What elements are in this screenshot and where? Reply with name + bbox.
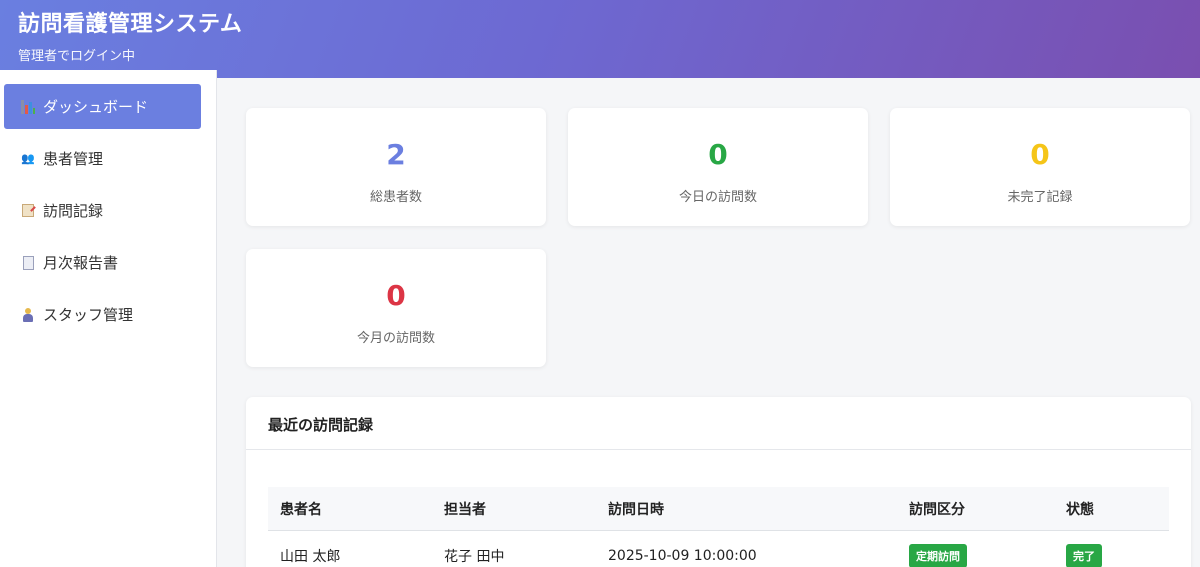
app-title: 訪問看護管理システム: [18, 12, 243, 37]
sidebar-item-visit-records[interactable]: 訪問記録: [4, 188, 201, 233]
stat-label: 今月の訪問数: [356, 331, 435, 346]
stat-value: 0: [708, 138, 728, 171]
table-row[interactable]: 山田 太郎 花子 田中 2025-10-09 10:00:00 定期訪問 完了: [268, 531, 1169, 567]
panel-title: 最近の訪問記録: [246, 397, 1191, 450]
sidebar-item-label: 患者管理: [43, 150, 104, 168]
bar-chart-icon: [20, 99, 36, 115]
staff-icon: [20, 307, 36, 323]
sidebar-item-monthly-reports[interactable]: 月次報告書: [4, 240, 201, 285]
document-icon: [20, 255, 36, 271]
stat-value: 0: [386, 279, 406, 312]
status-cell: 完了: [1066, 531, 1102, 567]
sidebar-item-dashboard[interactable]: ダッシュボード: [4, 84, 201, 129]
status-badge: 完了: [1066, 544, 1102, 567]
visit-datetime: 2025-10-09 10:00:00: [608, 548, 757, 564]
sidebar-item-label: 訪問記録: [43, 202, 104, 220]
stat-card-today-visits: 0 今日の訪問数: [568, 108, 868, 226]
stat-value: 2: [386, 138, 406, 171]
visit-type-cell: 定期訪問: [909, 531, 967, 567]
column-header: 患者名: [280, 501, 322, 518]
stat-value: 0: [1030, 138, 1050, 171]
stat-label: 未完了記録: [1007, 190, 1073, 205]
column-header: 担当者: [444, 501, 486, 518]
column-header: 訪問日時: [608, 501, 664, 518]
users-icon: 👥: [21, 152, 35, 165]
column-header: 訪問区分: [909, 501, 965, 518]
login-status: 管理者でログイン中: [18, 49, 136, 64]
stat-card-incomplete-records: 0 未完了記録: [890, 108, 1190, 226]
staff-name: 花子 田中: [444, 549, 505, 565]
stat-card-month-visits: 0 今月の訪問数: [246, 249, 546, 367]
memo-icon: [20, 203, 36, 219]
sidebar-item-label: ダッシュボード: [43, 98, 149, 116]
stat-label: 今日の訪問数: [678, 190, 757, 205]
sidebar-item-staff[interactable]: スタッフ管理: [4, 292, 201, 337]
sidebar: ダッシュボード 👥 患者管理 訪問記録 月次報告書 スタッフ管理: [0, 70, 217, 567]
sidebar-item-label: 月次報告書: [43, 254, 119, 272]
visit-type-badge: 定期訪問: [909, 544, 967, 567]
stat-label: 総患者数: [369, 190, 422, 205]
app-header: 訪問看護管理システム 管理者でログイン中: [0, 0, 1200, 78]
stat-card-total-patients: 2 総患者数: [246, 108, 546, 226]
recent-visits-table: 患者名 担当者 訪問日時 訪問区分 状態 山田 太郎 花子 田中 2025-10…: [268, 487, 1169, 567]
column-header: 状態: [1066, 501, 1094, 518]
sidebar-item-patients[interactable]: 👥 患者管理: [4, 136, 201, 181]
table-header: 患者名 担当者 訪問日時 訪問区分 状態: [268, 487, 1169, 531]
sidebar-item-label: スタッフ管理: [43, 306, 134, 324]
recent-visits-panel: 最近の訪問記録 患者名 担当者 訪問日時 訪問区分 状態 山田 太郎 花子 田中…: [246, 397, 1191, 567]
patient-name: 山田 太郎: [280, 549, 341, 565]
